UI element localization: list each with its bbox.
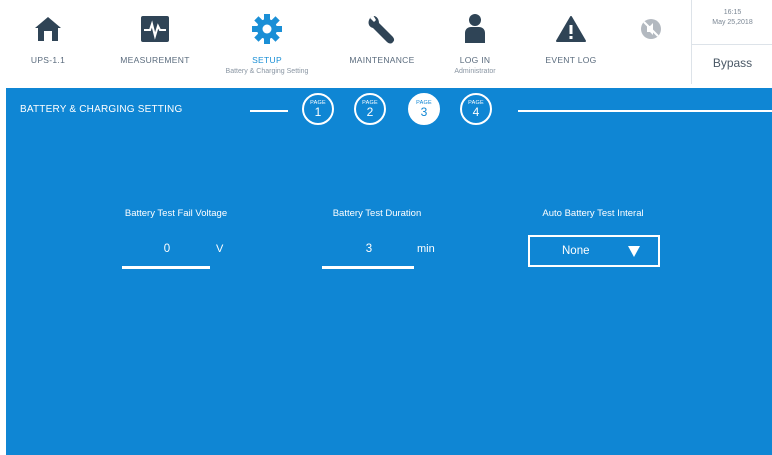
warning-icon: [554, 12, 588, 46]
page-4-button[interactable]: PAGE 4: [460, 93, 492, 125]
page-number: 1: [314, 105, 322, 119]
page-number: 4: [472, 105, 480, 119]
fail-voltage-input[interactable]: 0: [122, 243, 212, 255]
pulse-icon: [138, 12, 172, 46]
page-number: 3: [420, 105, 428, 119]
nav-setup-label: SETUP: [252, 55, 282, 65]
clock: 16:15 May 25,2018: [692, 4, 772, 45]
interval-selected-value: None: [562, 245, 590, 257]
duration-underline: [322, 266, 414, 269]
nav-setup-sublabel: Battery & Charging Setting: [225, 68, 309, 75]
nav-login-label: LOG IN: [459, 55, 491, 65]
nav-maintenance-label: MAINTENANCE: [349, 55, 415, 65]
ups-setup-screen: UPS-1.1 MEASUREMENT SETUP Battery & Char…: [0, 0, 772, 455]
fail-voltage-label: Battery Test Fail Voltage: [124, 208, 228, 219]
mute-icon: [634, 12, 668, 46]
page-2-button[interactable]: PAGE 2: [354, 93, 386, 125]
nav-maintenance[interactable]: MAINTENANCE: [332, 0, 432, 84]
nav-mute[interactable]: [628, 0, 674, 84]
gear-icon: [250, 12, 284, 46]
nav-measurement-label: MEASUREMENT: [120, 55, 190, 65]
page-3-button[interactable]: PAGE 3: [408, 93, 440, 125]
clock-date: May 25,2018: [712, 19, 753, 26]
title-divider-right: [518, 110, 772, 112]
operating-mode: Bypass: [712, 56, 753, 70]
page-number: 2: [366, 105, 374, 119]
fail-voltage-underline: [122, 266, 210, 269]
nav-login-sublabel: Administrator: [454, 68, 496, 75]
page-title: BATTERY & CHARGING SETTING: [20, 104, 183, 115]
nav-login[interactable]: LOG IN Administrator: [440, 0, 510, 84]
nav-ups-label: UPS-1.1: [30, 55, 66, 65]
home-icon: [31, 12, 65, 46]
wrench-icon: [365, 12, 399, 46]
nav-event-log-label: EVENT LOG: [545, 55, 597, 65]
interval-label: Auto Battery Test Interal: [542, 208, 644, 219]
dropdown-arrow-icon: [628, 246, 640, 257]
nav-event-log[interactable]: EVENT LOG: [530, 0, 612, 84]
nav-home-ups[interactable]: UPS-1.1: [22, 0, 74, 84]
duration-label: Battery Test Duration: [332, 208, 422, 219]
page-1-button[interactable]: PAGE 1: [302, 93, 334, 125]
top-navigation-bar: UPS-1.1 MEASUREMENT SETUP Battery & Char…: [0, 0, 772, 88]
interval-select[interactable]: None: [528, 235, 660, 267]
nav-measurement[interactable]: MEASUREMENT: [110, 0, 200, 84]
user-icon: [458, 12, 492, 46]
duration-input[interactable]: 3: [322, 243, 416, 255]
title-divider-left: [250, 110, 288, 112]
duration-unit: min: [417, 243, 435, 255]
nav-setup[interactable]: SETUP Battery & Charging Setting: [200, 0, 334, 84]
fail-voltage-unit: V: [216, 243, 224, 255]
status-box: 16:15 May 25,2018 Bypass: [691, 0, 772, 84]
settings-panel: BATTERY & CHARGING SETTING PAGE 1 PAGE 2…: [6, 88, 772, 455]
clock-time: 16:15: [723, 9, 742, 16]
